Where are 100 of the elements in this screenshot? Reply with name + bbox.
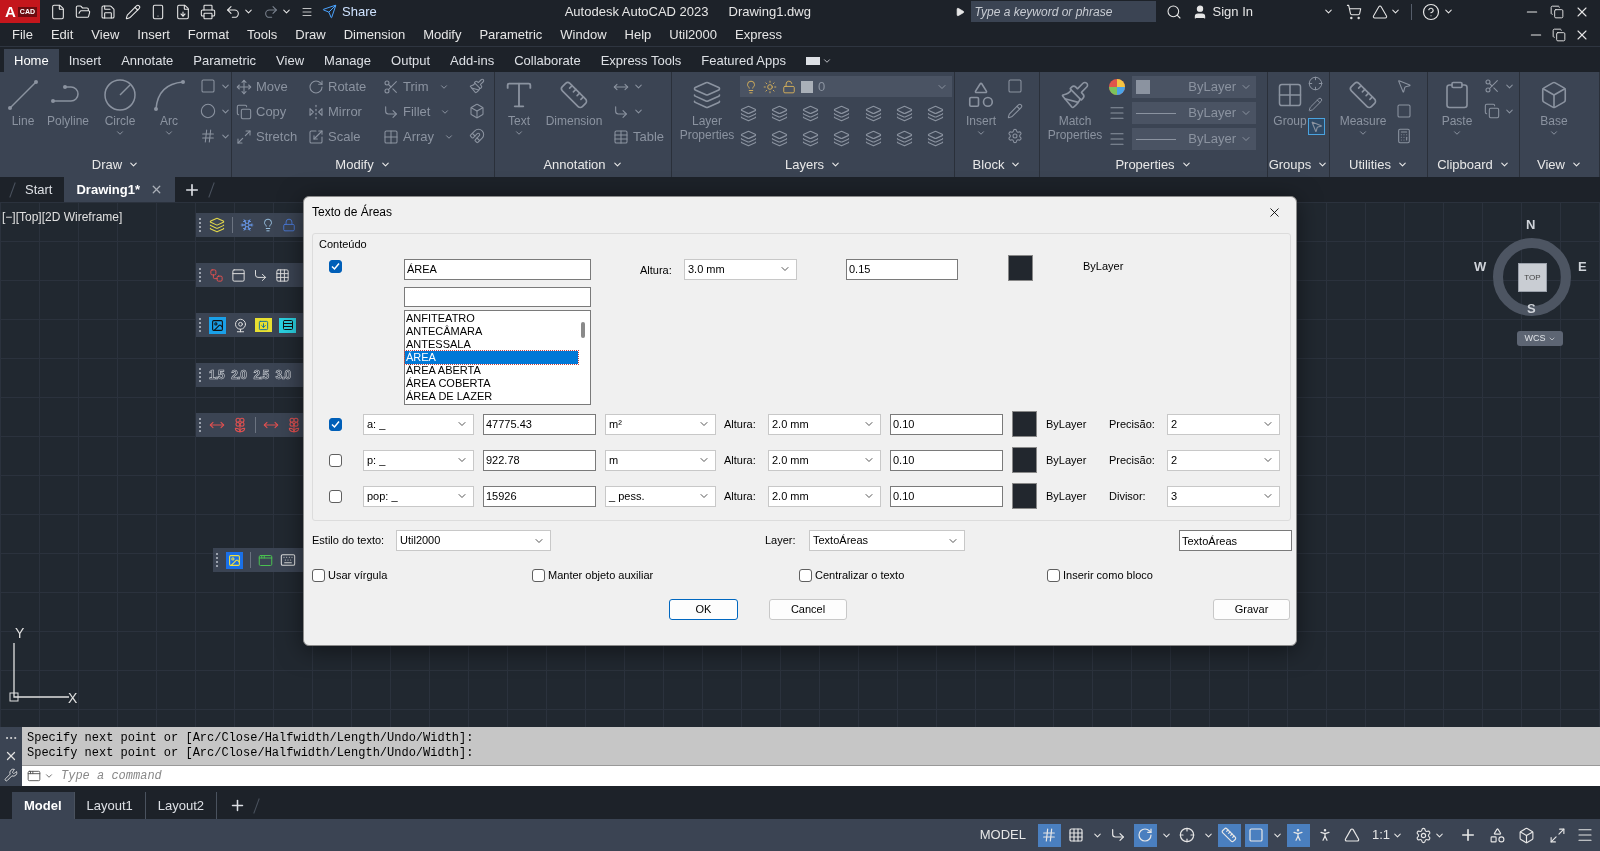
command-input[interactable]: Type a command (22, 765, 1600, 786)
select-icon[interactable] (1396, 78, 1412, 94)
cut-icon[interactable] (1484, 78, 1500, 94)
color-swatch[interactable] (1012, 483, 1037, 509)
panel-title-button[interactable]: Block (972, 154, 1022, 175)
grip-icon[interactable] (199, 268, 202, 282)
layer-tool-icon[interactable] (833, 105, 851, 122)
text-field[interactable]: ÁREA (404, 258, 591, 280)
panel-title-button[interactable]: Properties (1115, 154, 1192, 175)
fullscreen-icon[interactable] (1549, 826, 1566, 844)
grip-icon[interactable] (199, 218, 202, 232)
color-swatch[interactable] (1012, 447, 1037, 473)
checkbox[interactable] (329, 417, 342, 431)
dropdown[interactable]: 2.0 mm (768, 485, 881, 507)
layer-tool-icon[interactable] (895, 130, 913, 147)
layer-tool-icon[interactable] (864, 105, 882, 122)
search-field[interactable]: Type a keyword or phrase (970, 1, 1156, 22)
triangle-icon[interactable] (1372, 3, 1388, 20)
menu-item[interactable]: File (12, 24, 33, 45)
status-toggle[interactable] (1037, 823, 1061, 847)
dropdown[interactable]: p: _ (363, 449, 474, 471)
ribbon-tab[interactable]: Collaborate (504, 49, 591, 72)
menu-item[interactable]: Dimension (343, 24, 406, 45)
menu-item[interactable]: Insert (137, 24, 170, 45)
settings-icon[interactable] (1415, 826, 1432, 844)
layer-tool-icon[interactable] (740, 130, 757, 147)
document-tab[interactable]: Start (13, 177, 65, 202)
ribbon-toggle-icon[interactable] (805, 56, 832, 66)
lineweight-icon[interactable] (1108, 104, 1126, 122)
status-toggle[interactable] (1286, 823, 1310, 847)
text-field[interactable]: 0.10 (890, 485, 1003, 507)
open-folder-icon[interactable] (75, 3, 91, 20)
panel-title-button[interactable]: Annotation (543, 154, 623, 175)
menu-item[interactable]: Edit (50, 24, 74, 45)
layer-tool-icon[interactable] (771, 105, 789, 122)
undo-icon[interactable] (225, 3, 241, 20)
ribbon-tab[interactable]: View (266, 49, 315, 72)
checkbox[interactable] (799, 568, 812, 582)
layout-tab[interactable]: Model (12, 792, 75, 819)
group-select-icon[interactable] (1308, 118, 1325, 135)
ribbon-tab[interactable]: Add-ins (440, 49, 505, 72)
dialog-button[interactable]: OK (669, 599, 738, 620)
list-item[interactable]: ANTECÂMARA (405, 324, 578, 338)
dropdown[interactable]: pop: _ (363, 485, 474, 507)
grip-icon[interactable] (216, 553, 219, 567)
magnet-icon[interactable] (469, 128, 485, 144)
checkbox[interactable] (312, 568, 325, 582)
send-icon[interactable] (322, 4, 337, 19)
device-icon[interactable] (150, 3, 166, 20)
layer-icon[interactable] (209, 217, 225, 233)
text-field[interactable]: TextoÁreas (1179, 530, 1292, 551)
print-icon[interactable] (200, 3, 216, 20)
layer-tool-icon[interactable] (740, 105, 757, 122)
dropdown[interactable]: m (605, 449, 716, 471)
dialog-button[interactable]: Gravar (1213, 599, 1290, 620)
menu-item[interactable]: Express (735, 24, 782, 45)
status-toggle[interactable] (1217, 823, 1241, 847)
dropdown[interactable]: 2 (1167, 449, 1280, 471)
list-item[interactable]: ÁREA DE LAZER (405, 389, 578, 403)
ribbon-tab[interactable]: Insert (58, 49, 112, 72)
layer-tool-icon[interactable] (833, 130, 851, 147)
annotation-scale-button[interactable]: 1:1 (1371, 825, 1390, 845)
menu-item[interactable]: Format (187, 24, 229, 45)
grip-icon[interactable] (199, 418, 202, 432)
caret-icon[interactable] (1323, 6, 1334, 17)
color-swatch[interactable] (1008, 254, 1033, 281)
viewport-controls[interactable]: [−][Top][2D Wireframe] (2, 208, 123, 226)
sign-in-link[interactable]: Sign In (1212, 1, 1253, 22)
dropdown[interactable]: Util2000 (396, 530, 551, 551)
scrollbar-thumb[interactable] (581, 321, 585, 338)
dialog-button[interactable]: Cancel (769, 599, 847, 620)
list-item[interactable]: ÁREA COBERTA (405, 376, 578, 390)
text-field[interactable]: 0.10 (890, 449, 1003, 471)
layer-tool-icon[interactable] (926, 105, 944, 122)
text-field[interactable]: 47775.43 (483, 413, 596, 435)
layer-tool-icon[interactable] (802, 105, 820, 122)
color-swatch[interactable] (1012, 411, 1037, 437)
caret-icon[interactable] (281, 6, 292, 17)
layer-tool-icon[interactable] (864, 130, 882, 147)
image-icon[interactable] (226, 551, 243, 569)
linetype-icon[interactable] (1108, 130, 1126, 148)
layer-tool-icon[interactable] (895, 105, 913, 122)
lightbulb-icon[interactable] (261, 218, 275, 232)
image-icon[interactable] (209, 316, 226, 334)
ungroup-icon[interactable] (1308, 76, 1323, 91)
grip-icon[interactable] (199, 368, 202, 382)
text-field[interactable]: 0.10 (890, 413, 1003, 435)
menu-icon[interactable] (1576, 826, 1594, 844)
ribbon-tab[interactable]: Manage (314, 49, 382, 72)
layer-tool-icon[interactable] (926, 130, 944, 147)
menu-item[interactable]: Tools (247, 24, 278, 45)
checkbox[interactable] (329, 259, 342, 273)
wrench-icon[interactable] (4, 767, 18, 782)
panel-title-button[interactable]: Clipboard (1437, 154, 1510, 175)
list-item[interactable]: ANTESSALA (405, 337, 578, 351)
menu-icon[interactable] (301, 5, 313, 18)
ribbon-tab[interactable]: Home (4, 49, 59, 72)
caret-icon[interactable] (1443, 6, 1454, 17)
copy-icon[interactable] (1484, 103, 1500, 119)
model-space-button[interactable]: MODEL (975, 825, 1030, 845)
